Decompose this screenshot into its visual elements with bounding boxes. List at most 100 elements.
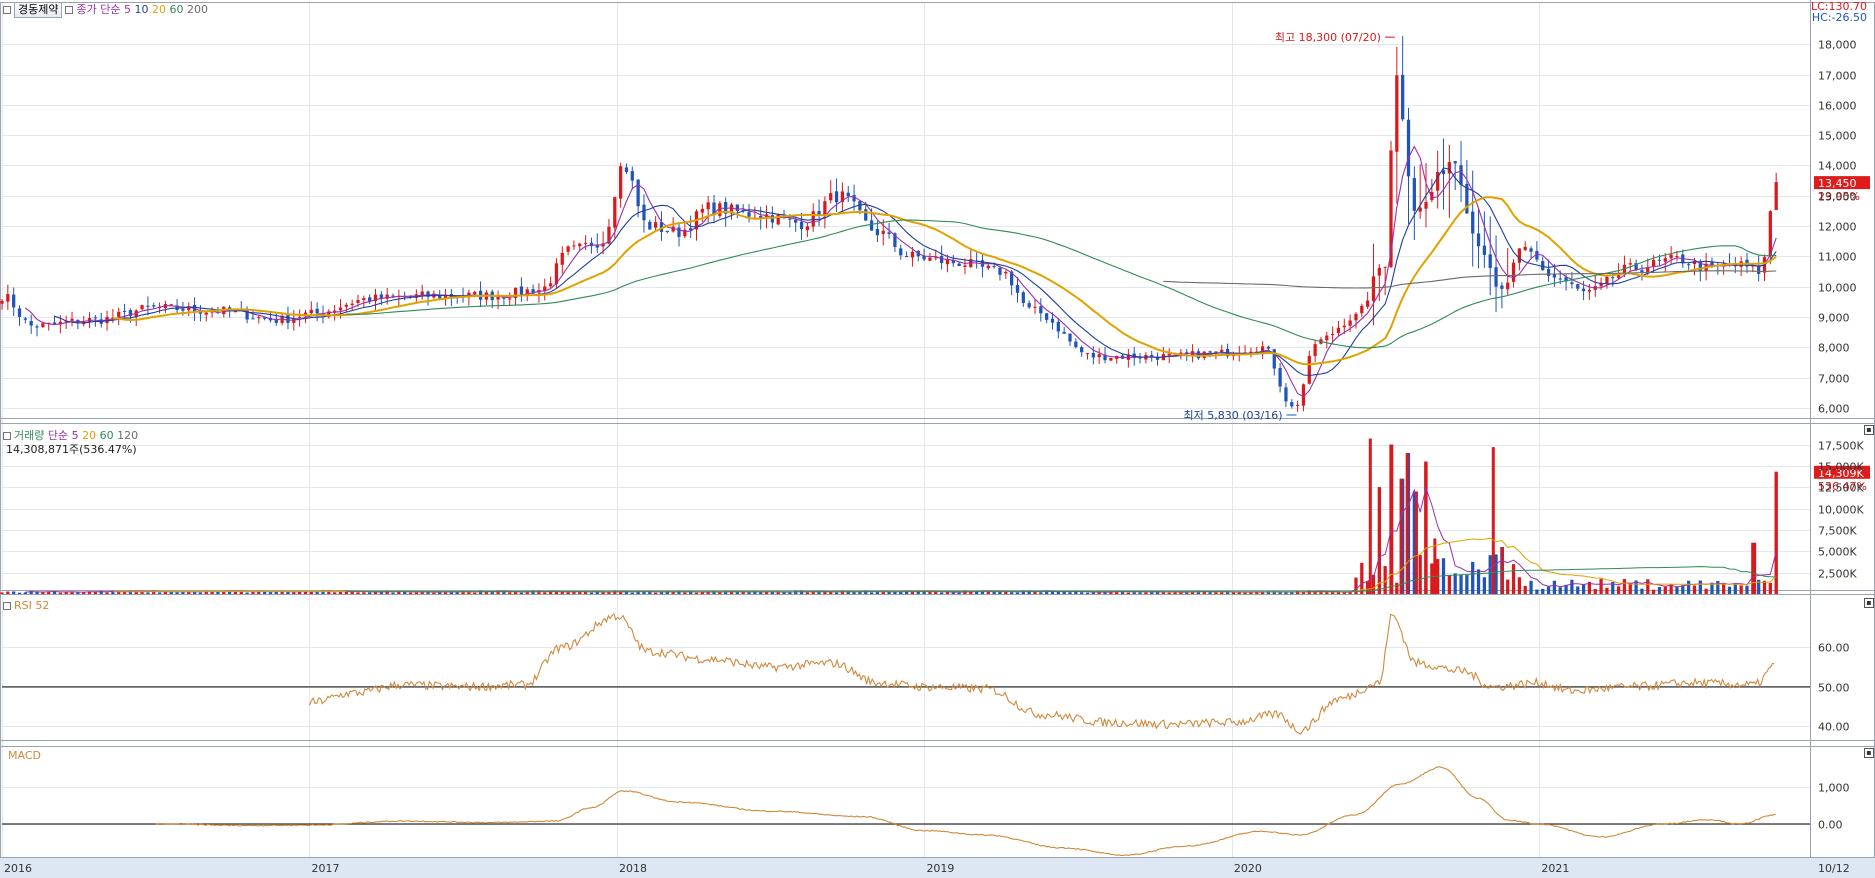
candle-body [1587, 289, 1592, 292]
volume-bar [1581, 584, 1586, 594]
macd-line [155, 766, 1776, 857]
volume-panel-button-icon[interactable]: ▪ [1864, 425, 1874, 435]
candle-body [52, 322, 57, 324]
candle-body [548, 283, 553, 287]
volume-spike-bar [1433, 538, 1437, 594]
chart-frame [0, 0, 1875, 858]
volume-bar [1336, 592, 1341, 594]
candle-body [1558, 278, 1562, 280]
volume-bar [1722, 583, 1726, 594]
volume-tick-label: 10,000K [1818, 504, 1864, 517]
rsi-toggle-icon[interactable] [3, 602, 11, 610]
volume-bar [292, 592, 296, 594]
candle-body [566, 246, 570, 252]
rsi-panel[interactable] [2, 613, 1810, 735]
volume-bar [1138, 592, 1142, 594]
candle-body [1068, 333, 1072, 342]
candle-body [350, 303, 354, 305]
price-tick-label: 10,000 [1818, 282, 1857, 295]
stock-name-button[interactable]: 경동제약 [14, 2, 63, 18]
volume-bar [543, 592, 547, 594]
volume-bar [1745, 585, 1749, 594]
volume-bar [1488, 555, 1492, 594]
volume-bar [362, 592, 366, 594]
volume-bar [951, 592, 955, 594]
volume-bar [467, 592, 471, 594]
volume-bar [1453, 573, 1457, 594]
candle-body [391, 295, 395, 297]
macd-panel[interactable] [2, 766, 1810, 857]
volume-bar [251, 591, 255, 594]
candle-body [823, 201, 827, 216]
candle-body [910, 251, 915, 258]
volume-bar [759, 592, 763, 594]
volume-bar [508, 592, 512, 594]
candle-body [1500, 285, 1504, 289]
indicator-toggle-icon[interactable] [65, 6, 74, 14]
candle-body [677, 227, 681, 237]
volume-bar [1506, 579, 1510, 594]
volume-panel[interactable]: 14,309K536.47% [0, 438, 1870, 594]
candle-body [519, 286, 524, 295]
rsi-tick-label: 50.00 [1818, 682, 1850, 695]
candle-body [315, 308, 319, 314]
ma-line-200 [1163, 270, 1777, 289]
volume-bar [1068, 592, 1072, 594]
candle-body [1383, 266, 1387, 268]
volume-bar [1599, 578, 1603, 594]
x-tick-label: 2018 [619, 862, 647, 875]
candle-body [788, 218, 792, 220]
macd-panel-button-icon[interactable]: ▪ [1864, 748, 1874, 758]
volume-bar [210, 591, 214, 594]
rsi-tick-label: 40.00 [1818, 721, 1850, 734]
rsi-label: RSI 52 [14, 599, 50, 612]
volume-bar [1231, 592, 1236, 594]
candle-body [852, 194, 856, 202]
volume-bar [1243, 592, 1247, 594]
axis-labels: 6,000 7,000 8,000 9,000 10,000 11,000 12,000 13… [0, 39, 1875, 878]
volume-bar [473, 592, 477, 594]
candle-body [1091, 353, 1095, 358]
candle-body [1424, 202, 1428, 209]
candle-body [1774, 182, 1778, 210]
ma-line-10 [54, 167, 1777, 377]
volume-bar [1085, 592, 1090, 594]
candle-body [1214, 351, 1218, 353]
volume-bar [1465, 575, 1469, 594]
candle-body [1377, 267, 1381, 276]
volume-bar [1056, 591, 1060, 594]
volume-spike-bar [1399, 478, 1403, 594]
candle-body [473, 291, 477, 295]
volume-bar [834, 592, 839, 594]
candle-body [1576, 284, 1580, 289]
chart-grid [2, 2, 1810, 857]
candle-body [1290, 402, 1294, 407]
candle-body [1669, 254, 1673, 259]
candle-body [1611, 277, 1615, 279]
volume-bar [1541, 588, 1545, 594]
candle-body [624, 167, 629, 173]
candle-body [945, 259, 950, 265]
volume-bar [1687, 580, 1691, 594]
candle-body [1401, 74, 1405, 120]
stock-chart[interactable]: 최고 18,300 (07/20) 최저 5,830 (03/16) 13,450 2… [0, 0, 1875, 878]
volume-bar [1511, 564, 1516, 594]
volume-bar [654, 592, 658, 594]
panel-toggle-icon[interactable] [3, 6, 11, 14]
candle-body [1471, 211, 1475, 234]
rsi-panel-button-icon[interactable]: ▪ [1864, 598, 1874, 608]
candle-body [122, 310, 127, 312]
volume-tick-label: 15,000K [1818, 461, 1864, 474]
volume-bar [1523, 585, 1527, 594]
ma-period-5: 5 [123, 3, 131, 16]
volume-bar [718, 592, 722, 594]
candle-body [17, 308, 22, 317]
candle-body [1412, 178, 1416, 211]
rsi-line [308, 613, 1775, 735]
volume-bar [1657, 586, 1662, 594]
volume-bar [934, 591, 938, 594]
candle-body [799, 221, 804, 230]
hc-value: HC:-26.50 [1811, 11, 1867, 24]
volume-toggle-icon[interactable] [3, 432, 11, 440]
candle-body [93, 317, 98, 319]
